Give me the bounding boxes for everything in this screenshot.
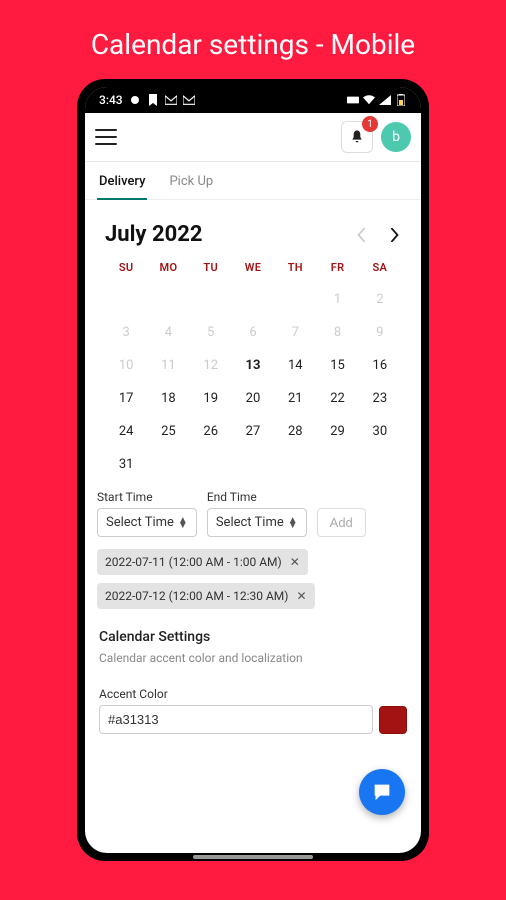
calendar-day[interactable]: 5 — [190, 325, 232, 340]
calendar-day[interactable]: 21 — [274, 391, 316, 406]
time-chip: 2022-07-12 (12:00 AM - 12:30 AM) ✕ — [97, 583, 315, 609]
calendar-day[interactable]: 13 — [232, 358, 274, 373]
page-heading: Calendar settings - Mobile — [0, 0, 506, 79]
calendar-dow: SU — [105, 261, 147, 274]
menu-icon[interactable] — [95, 129, 117, 145]
gesture-bar — [193, 855, 313, 859]
add-button[interactable]: Add — [317, 508, 366, 537]
content: July 2022 SUMOTUWETHFRSA1234567891011121… — [85, 200, 421, 853]
calendar-day[interactable]: 24 — [105, 424, 147, 439]
calendar-day[interactable]: 25 — [147, 424, 189, 439]
calendar-day[interactable]: 3 — [105, 325, 147, 340]
calendar-day[interactable]: 6 — [232, 325, 274, 340]
end-time-select[interactable]: Select Time ▲▼ — [207, 508, 307, 537]
settings-subtitle: Calendar accent color and localization — [99, 651, 407, 665]
phone-frame: 3:43 1 b De — [77, 79, 429, 861]
calendar-grid: SUMOTUWETHFRSA12345678910111213141516171… — [105, 261, 401, 472]
accent-color-input[interactable] — [99, 705, 373, 734]
close-icon[interactable]: ✕ — [290, 555, 300, 569]
battery-icon — [395, 94, 407, 106]
start-time-select[interactable]: Select Time ▲▼ — [97, 508, 197, 537]
app-bar: 1 b — [85, 113, 421, 162]
calendar-day[interactable]: 17 — [105, 391, 147, 406]
accent-swatch[interactable] — [379, 706, 407, 734]
calendar-day[interactable]: 20 — [232, 391, 274, 406]
settings-title: Calendar Settings — [99, 629, 407, 645]
mail-icon — [183, 94, 195, 106]
status-bar: 3:43 — [85, 87, 421, 113]
notifications-button[interactable]: 1 — [341, 121, 373, 153]
calendar-day[interactable]: 14 — [274, 358, 316, 373]
calendar-day[interactable]: 30 — [359, 424, 401, 439]
calendar-day[interactable]: 1 — [316, 292, 358, 307]
calendar-day[interactable]: 8 — [316, 325, 358, 340]
chevron-right-icon[interactable] — [387, 228, 401, 242]
start-time-label: Start Time — [97, 490, 197, 504]
start-time-value: Select Time — [106, 515, 174, 530]
tab-pickup[interactable]: Pick Up — [169, 162, 213, 199]
calendar-day[interactable]: 27 — [232, 424, 274, 439]
chip-label: 2022-07-11 (12:00 AM - 1:00 AM) — [105, 555, 282, 569]
chip-label: 2022-07-12 (12:00 AM - 12:30 AM) — [105, 589, 288, 603]
bell-icon — [349, 129, 365, 145]
calendar-day[interactable]: 26 — [190, 424, 232, 439]
calendar-day[interactable]: 23 — [359, 391, 401, 406]
wifi-label-icon — [347, 94, 359, 106]
status-time: 3:43 — [99, 93, 123, 107]
calendar-day[interactable]: 9 — [359, 325, 401, 340]
wifi-icon — [363, 94, 375, 106]
chat-icon — [371, 781, 393, 803]
calendar-day[interactable]: 11 — [147, 358, 189, 373]
close-icon[interactable]: ✕ — [296, 589, 306, 603]
calendar-day[interactable]: 10 — [105, 358, 147, 373]
avatar[interactable]: b — [381, 122, 411, 152]
calendar-title: July 2022 — [105, 222, 202, 247]
circle-icon — [129, 94, 141, 106]
chat-fab[interactable] — [359, 769, 405, 815]
end-time-value: Select Time — [216, 515, 284, 530]
calendar-dow: WE — [232, 261, 274, 274]
screen: 3:43 1 b De — [85, 87, 421, 853]
stepper-icon: ▲▼ — [288, 518, 298, 528]
calendar-dow: FR — [316, 261, 358, 274]
bookmark-icon — [147, 94, 159, 106]
calendar-day[interactable]: 31 — [105, 457, 147, 472]
end-time-label: End Time — [207, 490, 307, 504]
calendar-day[interactable]: 12 — [190, 358, 232, 373]
calendar-day[interactable]: 7 — [274, 325, 316, 340]
signal-icon — [379, 94, 391, 106]
calendar-dow: TU — [190, 261, 232, 274]
calendar-dow: MO — [147, 261, 189, 274]
calendar-day[interactable]: 22 — [316, 391, 358, 406]
calendar-day[interactable]: 19 — [190, 391, 232, 406]
notification-badge: 1 — [362, 116, 378, 132]
calendar-day[interactable]: 16 — [359, 358, 401, 373]
calendar-dow: TH — [274, 261, 316, 274]
calendar-dow: SA — [359, 261, 401, 274]
accent-color-label: Accent Color — [99, 687, 407, 701]
tab-delivery[interactable]: Delivery — [99, 162, 145, 199]
calendar-day[interactable]: 15 — [316, 358, 358, 373]
calendar-day[interactable]: 2 — [359, 292, 401, 307]
calendar-day[interactable]: 28 — [274, 424, 316, 439]
stepper-icon: ▲▼ — [178, 518, 188, 528]
calendar-day[interactable]: 18 — [147, 391, 189, 406]
chevron-left-icon[interactable] — [355, 228, 369, 242]
chips-list: 2022-07-11 (12:00 AM - 1:00 AM)✕2022-07-… — [85, 549, 421, 609]
calendar-day[interactable]: 29 — [316, 424, 358, 439]
mail-icon — [165, 94, 177, 106]
calendar-day[interactable]: 4 — [147, 325, 189, 340]
time-chip: 2022-07-11 (12:00 AM - 1:00 AM) ✕ — [97, 549, 308, 575]
tabs: Delivery Pick Up — [85, 162, 421, 200]
